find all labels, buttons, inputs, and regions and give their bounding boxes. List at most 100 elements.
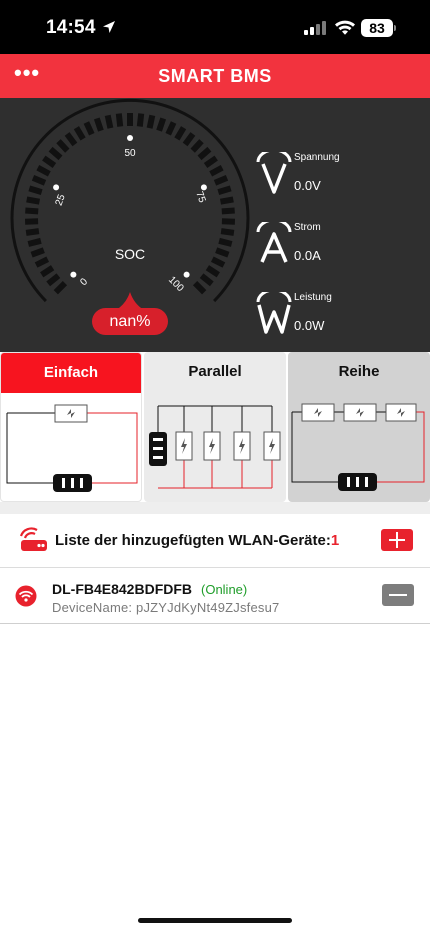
series-circuit-diagram [291, 403, 425, 491]
device-name: DeviceName: pJZYJdKyNt49ZJsfesu7 [52, 600, 280, 615]
gauge-tick-25: 25 [54, 193, 68, 208]
battery-icon: 83 [361, 19, 393, 37]
voltage-icon [256, 152, 292, 194]
gauge-tick-mark [36, 165, 51, 177]
power-value: 0.0W [294, 318, 325, 333]
gauge-major-dot [127, 135, 133, 141]
tab-einfach-label: Einfach [1, 353, 141, 393]
voltage-label: Spannung [294, 152, 340, 163]
gauge-tick-mark [42, 155, 57, 168]
battery-cap [394, 25, 396, 31]
gauge-tick-75: 75 [193, 190, 207, 205]
power-label: Leistung [294, 292, 332, 303]
status-time: 14:54 [46, 17, 96, 38]
gauge-tick-50: 50 [124, 148, 136, 159]
dashboard-panel: SOC 0 25 50 75 100 nan% Spannung 0.0V St… [0, 98, 430, 352]
gauge-tick-mark [73, 126, 86, 141]
tab-reihe[interactable]: Reihe [288, 352, 430, 502]
gauge-label: SOC [115, 246, 145, 262]
gauge-tick-mark [34, 256, 50, 268]
gauge-tick-mark [83, 121, 95, 136]
gauge-tick-mark [56, 139, 70, 153]
gauge-tick-mark [182, 132, 196, 147]
gauge-tick-mark [199, 273, 214, 287]
home-indicator [138, 918, 292, 923]
voltage-metric: Spannung 0.0V [254, 152, 364, 202]
device-list-header: Liste der hinzugefügten WLAN-Geräte:1 [0, 514, 430, 568]
soc-value-badge: nan% [92, 308, 168, 335]
gauge-tick-mark [104, 114, 114, 129]
current-label: Strom [294, 222, 321, 233]
tab-einfach[interactable]: Einfach [0, 352, 142, 502]
gauge-tick-mark [217, 185, 232, 195]
tab-reihe-label: Reihe [338, 363, 380, 380]
current-icon [256, 222, 292, 263]
cellular-signal-icon [304, 21, 326, 35]
gauge-tick-mark [25, 207, 39, 215]
gauge-tick-mark [93, 117, 104, 132]
gauge-tick-mark [40, 265, 55, 278]
gauge-tick-mark [219, 196, 234, 205]
app-header: ••• SMART BMS [0, 54, 430, 98]
gauge-tick-mark [64, 132, 78, 147]
gauge-tick-mark [203, 155, 218, 168]
gauge-major-dot [70, 271, 77, 278]
gauge-tick-mark [190, 139, 204, 153]
gauge-tick-mark [46, 273, 61, 287]
gauge-tick-mark [209, 165, 224, 177]
gauge-tick-mark [48, 146, 63, 161]
tab-parallel-label: Parallel [188, 363, 242, 380]
battery-cell-icon [54, 404, 88, 423]
gauge-tick-mark [213, 175, 229, 186]
current-value: 0.0A [294, 248, 321, 263]
device-row[interactable]: DL-FB4E842BDFDFB (Online) DeviceName: pJ… [0, 568, 430, 624]
gauge-tick-mark [115, 113, 124, 127]
power-metric: Leistung 0.0W [254, 292, 364, 342]
gauge-tick-100: 100 [166, 274, 186, 294]
gauge-tick-mark [156, 117, 167, 132]
section-divider [0, 502, 430, 514]
gauge-tick-mark [30, 247, 45, 258]
device-id: DL-FB4E842BDFDFB [52, 581, 193, 597]
gauge-tick-mark [53, 280, 68, 295]
gauge-tick-mark [31, 175, 47, 186]
current-metric: Strom 0.0A [254, 222, 364, 272]
device-status-badge: (Online) [201, 582, 248, 597]
location-arrow-icon [103, 21, 115, 33]
status-bar: 14:54 83 [0, 0, 430, 54]
gauge-major-dot [53, 184, 60, 191]
gauge-tick-mark [215, 247, 230, 258]
device-count: 1 [330, 532, 340, 549]
gauge-tick-mark [210, 256, 226, 268]
router-icon [19, 527, 47, 551]
gauge-tick-mark [197, 146, 212, 161]
wifi-device-icon [15, 585, 37, 607]
gauge-tick-mark [28, 185, 43, 195]
device-list-title-text: Liste der hinzugefügten WLAN-Geräte: [55, 532, 331, 549]
remove-device-button[interactable] [382, 584, 414, 606]
tab-parallel[interactable]: Parallel [144, 352, 286, 502]
device-list-title: Liste der hinzugefügten WLAN-Geräte:1 [55, 532, 339, 549]
gauge-tick-mark [25, 228, 40, 236]
single-circuit-diagram [6, 404, 138, 492]
gauge-tick-mark [136, 113, 145, 127]
gauge-tick-mark [205, 265, 220, 278]
gauge-tick-mark [192, 280, 207, 295]
parallel-circuit-diagram [149, 405, 281, 489]
gauge-tick-0: 0 [78, 276, 90, 288]
add-device-button[interactable] [381, 529, 413, 551]
gauge-tick-mark [27, 237, 42, 247]
gauge-tick-mark [221, 207, 235, 215]
power-icon [256, 292, 292, 334]
gauge-tick-mark [174, 126, 187, 141]
page-title: SMART BMS [158, 66, 272, 86]
gauge-tick-mark [26, 196, 41, 205]
gauge-major-dot [183, 271, 190, 278]
gauge-tick-mark [220, 228, 235, 236]
gauge-tick-mark [146, 114, 156, 129]
gauge-tick-mark [218, 237, 233, 247]
mode-tabs: Einfach Parallel Reihe [0, 352, 430, 502]
wifi-status-icon [335, 20, 355, 35]
voltage-value: 0.0V [294, 178, 321, 193]
gauge-tick-mark [165, 121, 177, 136]
